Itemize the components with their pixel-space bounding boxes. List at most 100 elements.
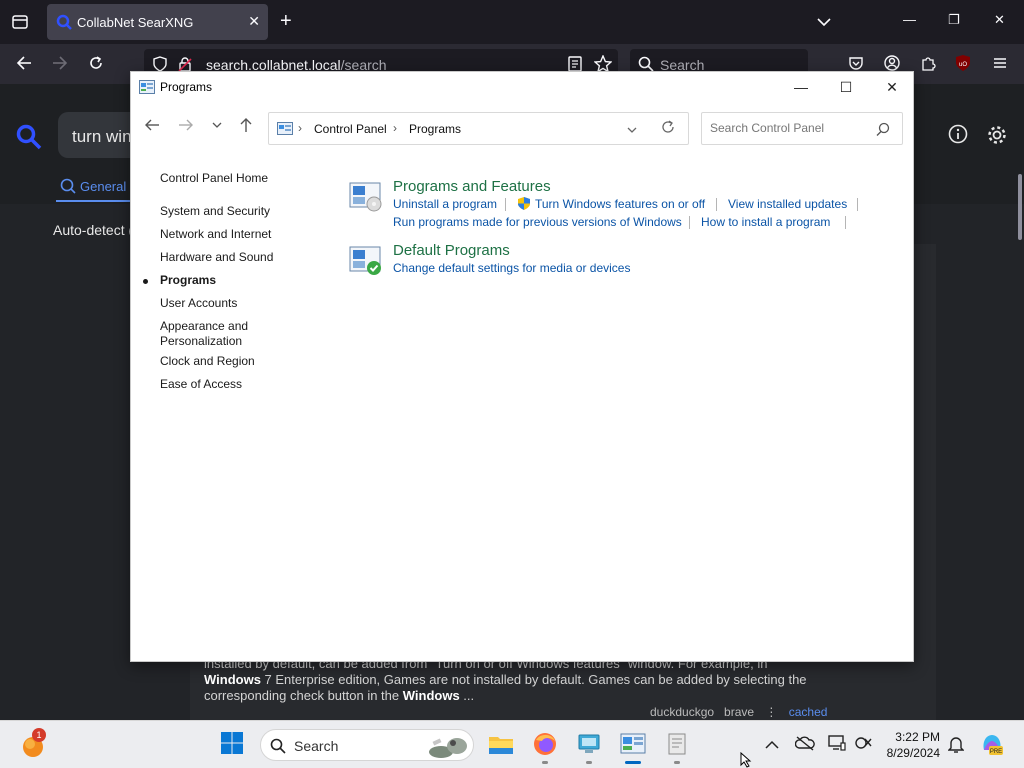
active-bullet bbox=[143, 279, 148, 284]
refresh-icon[interactable] bbox=[661, 120, 675, 138]
back-icon[interactable] bbox=[16, 55, 32, 76]
change-default-settings-link[interactable]: Change default settings for media or dev… bbox=[393, 261, 630, 275]
remote-desktop-running-indicator bbox=[586, 761, 592, 764]
remote-desktop-icon[interactable] bbox=[576, 731, 602, 757]
forward-arrow-icon[interactable] bbox=[178, 118, 194, 137]
result-engines: duckduckgo brave bbox=[650, 705, 755, 719]
programs-and-features-icon[interactable] bbox=[349, 180, 383, 217]
control-panel-titlebar[interactable]: Programs — ☐ ✕ bbox=[131, 72, 913, 102]
control-panel-icon bbox=[139, 80, 155, 99]
search-icon bbox=[270, 738, 286, 759]
breadcrumb-control-panel[interactable]: Control Panel bbox=[314, 122, 387, 136]
nav-ease-of-access[interactable]: Ease of Access bbox=[160, 377, 242, 392]
windows-start-icon[interactable] bbox=[220, 731, 246, 757]
svg-text:uO: uO bbox=[959, 62, 967, 68]
up-arrow-icon[interactable] bbox=[239, 117, 253, 138]
firefox-icon[interactable] bbox=[532, 731, 558, 757]
address-history-chevron-icon[interactable] bbox=[626, 123, 638, 141]
nav-programs[interactable]: Programs bbox=[160, 273, 216, 288]
gear-icon[interactable] bbox=[986, 124, 1008, 151]
search-control-panel-input[interactable] bbox=[710, 121, 870, 135]
nav-clock-and-region[interactable]: Clock and Region bbox=[160, 354, 255, 369]
uninstall-a-program-link[interactable]: Uninstall a program bbox=[393, 197, 497, 211]
page-scrollbar[interactable] bbox=[1018, 174, 1022, 240]
programs-and-features-link[interactable]: Programs and Features bbox=[393, 178, 551, 195]
restore-browser-button[interactable]: ❐ bbox=[948, 12, 960, 28]
uac-shield-icon bbox=[517, 196, 531, 216]
breadcrumb-separator[interactable]: › bbox=[393, 121, 397, 135]
minimize-button[interactable]: — bbox=[781, 76, 821, 98]
link-separator bbox=[505, 198, 506, 211]
turn-windows-features-link[interactable]: Turn Windows features on or off bbox=[535, 197, 705, 211]
copilot-pre-icon[interactable]: PRE bbox=[980, 732, 1004, 761]
tab-general[interactable]: General bbox=[60, 178, 126, 194]
show-hidden-icons-chevron-icon[interactable] bbox=[765, 737, 779, 755]
onedrive-offline-icon[interactable] bbox=[794, 735, 815, 756]
nav-control-panel-home[interactable]: Control Panel Home bbox=[160, 171, 268, 186]
search-icon[interactable] bbox=[876, 122, 890, 141]
tab-general-underline bbox=[56, 200, 136, 202]
browser-tab-searxng[interactable]: CollabNet SearXNG ✕ bbox=[47, 4, 268, 40]
list-all-tabs-icon[interactable] bbox=[8, 10, 32, 34]
breadcrumb-separator[interactable]: › bbox=[298, 121, 302, 135]
link-separator bbox=[689, 216, 690, 229]
close-button[interactable]: ✕ bbox=[872, 76, 912, 98]
clock-time: 3:22 PM bbox=[895, 730, 940, 744]
chevron-down-icon[interactable] bbox=[817, 14, 831, 32]
maximize-button[interactable]: ☐ bbox=[826, 76, 866, 98]
notification-badge: 1 bbox=[32, 728, 46, 742]
recent-locations-chevron-icon[interactable] bbox=[211, 118, 223, 137]
link-separator bbox=[716, 198, 717, 211]
nav-user-accounts[interactable]: User Accounts bbox=[160, 296, 237, 311]
svg-text:PRE: PRE bbox=[990, 749, 1002, 755]
display-icon[interactable] bbox=[828, 734, 846, 757]
forward-icon[interactable] bbox=[52, 55, 68, 76]
language-autodetect[interactable]: Auto-detect ( bbox=[53, 222, 133, 238]
window-title: Programs bbox=[160, 80, 213, 94]
address-bar[interactable]: › Control Panel › Programs bbox=[268, 112, 689, 145]
searxng-logo-icon[interactable] bbox=[16, 124, 42, 155]
link-separator bbox=[845, 216, 846, 229]
browser-tab-bar: CollabNet SearXNG ✕ + — ❐ ✕ bbox=[0, 0, 1024, 44]
control-panel-window: Programs — ☐ ✕ › Control Panel › Program… bbox=[130, 71, 914, 662]
default-programs-icon[interactable] bbox=[349, 244, 383, 281]
default-programs-link[interactable]: Default Programs bbox=[393, 242, 510, 259]
run-programs-previous-versions-link[interactable]: Run programs made for previous versions … bbox=[393, 215, 682, 229]
nav-system-and-security[interactable]: System and Security bbox=[160, 204, 270, 219]
new-tab-button[interactable]: + bbox=[280, 10, 292, 32]
back-arrow-icon[interactable] bbox=[144, 118, 160, 137]
notepad-app-icon[interactable] bbox=[664, 731, 690, 757]
notification-bell-icon[interactable] bbox=[947, 735, 965, 758]
taskbar: 1 Search 3:22 PM 8/29/2024 PRE bbox=[0, 720, 1024, 768]
taskbar-search-box[interactable]: Search bbox=[260, 729, 474, 761]
breadcrumb-programs[interactable]: Programs bbox=[409, 122, 461, 136]
extensions-icon[interactable] bbox=[920, 55, 936, 76]
nav-appearance-and-personalization[interactable]: Appearance and Personalization bbox=[160, 319, 270, 349]
search-highlight-icon bbox=[425, 732, 473, 765]
cached-link[interactable]: cached bbox=[789, 705, 828, 719]
network-disconnected-icon[interactable] bbox=[854, 734, 872, 757]
taskbar-clock[interactable]: 3:22 PM 8/29/2024 bbox=[882, 729, 940, 761]
nav-hardware-and-sound[interactable]: Hardware and Sound bbox=[160, 250, 273, 265]
nav-network-and-internet[interactable]: Network and Internet bbox=[160, 227, 271, 242]
view-installed-updates-link[interactable]: View installed updates bbox=[728, 197, 847, 211]
control-panel-taskbar-icon[interactable] bbox=[620, 731, 646, 757]
link-separator bbox=[857, 198, 858, 211]
taskbar-search-label: Search bbox=[294, 738, 339, 754]
close-browser-button[interactable]: ✕ bbox=[994, 12, 1005, 28]
result-footer-separator: ⋮ bbox=[765, 705, 778, 719]
result-snippet: installed by default, can be added from … bbox=[204, 656, 807, 703]
result-footer: duckduckgo brave ⋮ cached bbox=[650, 705, 827, 719]
search-control-panel-box[interactable] bbox=[701, 112, 903, 145]
minimize-browser-button[interactable]: — bbox=[903, 12, 916, 27]
control-panel-active-indicator bbox=[625, 761, 641, 764]
reload-icon[interactable] bbox=[88, 55, 104, 76]
close-tab-icon[interactable]: ✕ bbox=[248, 13, 260, 30]
tab-title: CollabNet SearXNG bbox=[77, 15, 194, 30]
notepad-running-indicator bbox=[674, 761, 680, 764]
hamburger-menu-icon[interactable] bbox=[992, 55, 1008, 76]
ublock-origin-icon[interactable]: uO bbox=[954, 54, 972, 77]
file-explorer-icon[interactable] bbox=[488, 731, 514, 757]
how-to-install-a-program-link[interactable]: How to install a program bbox=[701, 215, 830, 229]
info-icon[interactable] bbox=[948, 124, 968, 149]
